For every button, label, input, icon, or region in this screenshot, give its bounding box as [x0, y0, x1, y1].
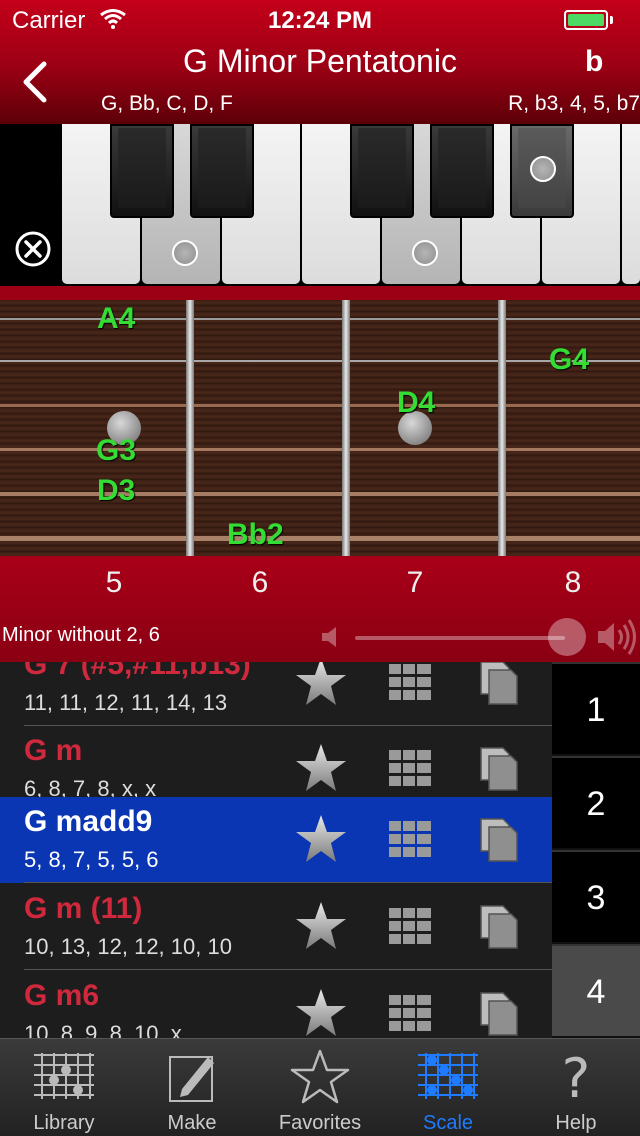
index-item[interactable]: 4 [552, 944, 640, 1036]
chord-frets: 5, 8, 7, 5, 5, 6 [24, 847, 159, 872]
copy-icon[interactable] [479, 991, 519, 1037]
fret-number: 7 [406, 566, 424, 599]
battery-icon [564, 10, 608, 30]
copy-icon[interactable] [479, 746, 519, 792]
scale-description: Minor without 2, 6 [2, 624, 160, 646]
grid-icon[interactable] [389, 995, 431, 1031]
chord-row[interactable]: G madd9 5, 8, 7, 5, 5, 6 [0, 797, 552, 883]
piano-black-key[interactable] [110, 124, 174, 218]
note-label: D4 [397, 386, 436, 419]
string [0, 360, 640, 362]
grid-icon[interactable] [389, 750, 431, 786]
tab-label: Help [555, 1112, 597, 1134]
index-item[interactable]: 2 [552, 756, 640, 848]
chord-frets: 10, 13, 12, 12, 10, 10 [24, 934, 232, 959]
tab-label: Make [167, 1112, 217, 1134]
piano-black-key[interactable] [430, 124, 494, 218]
chord-row[interactable]: G m (11) 10, 13, 12, 12, 10, 10 [0, 884, 552, 970]
scale-notes: G, Bb, C, D, F [101, 92, 233, 115]
fret-wire [186, 300, 194, 556]
row-divider [24, 882, 552, 883]
library-icon [34, 1053, 94, 1099]
svg-text:?: ? [562, 1049, 591, 1105]
fretboard[interactable]: A4 G4 D4 G3 D3 Bb2 [0, 300, 640, 556]
copy-icon[interactable] [479, 904, 519, 950]
tab-favorites[interactable]: Favorites [256, 1039, 384, 1136]
piano-white-key[interactable] [622, 124, 640, 284]
note-label: A4 [97, 302, 136, 335]
fret-number: 5 [105, 566, 123, 599]
chord-row[interactable]: G 7 (#5,#11,b13) 11, 11, 12, 11, 14, 13 [0, 662, 552, 726]
clock: 12:24 PM [267, 7, 373, 34]
scale-intervals: R, b3, 4, 5, b7 [508, 92, 640, 115]
star-icon [290, 1049, 350, 1104]
chord-frets: 11, 11, 12, 11, 14, 13 [24, 690, 228, 715]
volume-slider-thumb[interactable] [548, 618, 586, 656]
piano-black-key[interactable] [350, 124, 414, 218]
close-icon[interactable] [14, 230, 52, 268]
question-icon: ? [562, 1049, 591, 1105]
tab-label: Library [33, 1112, 95, 1134]
fret-wire [342, 300, 350, 556]
tab-label: Favorites [278, 1112, 362, 1134]
piano-black-key[interactable] [190, 124, 254, 218]
fret-number: 8 [564, 566, 582, 599]
star-icon[interactable] [294, 662, 348, 708]
grid-icon[interactable] [389, 908, 431, 944]
piano-note-dot [172, 240, 198, 266]
grid-icon[interactable] [389, 664, 431, 700]
star-icon[interactable] [294, 742, 348, 794]
chord-frets: 10, 8, 9, 8, 10, x [24, 1021, 182, 1038]
volume-slider-track[interactable] [355, 636, 565, 640]
chord-name: G madd9 [24, 805, 153, 838]
scale-icon [418, 1053, 478, 1099]
piano-note-dot [530, 156, 556, 182]
chord-row[interactable]: G m6 10, 8, 9, 8, 10, x [0, 971, 552, 1038]
piano-note-dot [412, 240, 438, 266]
copy-icon[interactable] [479, 817, 519, 863]
star-icon[interactable] [294, 900, 348, 952]
note-label: G3 [96, 434, 137, 467]
flat-toggle-button[interactable]: b [585, 45, 603, 79]
star-icon[interactable] [294, 987, 348, 1038]
chord-name: G m6 [24, 979, 100, 1012]
row-divider [24, 969, 552, 970]
chord-name: G m [24, 734, 83, 767]
tab-label: Scale [422, 1112, 474, 1134]
note-label: G4 [549, 343, 590, 376]
fret-wire [498, 300, 506, 556]
string [0, 492, 640, 496]
string [0, 536, 640, 541]
tab-make[interactable]: Make [128, 1039, 256, 1136]
pencil-icon [169, 1056, 214, 1102]
index-item[interactable]: 1 [552, 662, 640, 754]
star-icon[interactable] [294, 813, 348, 865]
page-title: G Minor Pentatonic [183, 43, 457, 79]
tab-library[interactable]: Library [0, 1039, 128, 1136]
speaker-mute-icon [322, 627, 336, 647]
chord-name: G 7 (#5,#11,b13) [24, 662, 251, 681]
fret-number-bar: 5 6 7 8 Minor without 2, 6 [0, 556, 640, 662]
battery-cap [610, 16, 613, 24]
note-label: Bb2 [227, 518, 284, 551]
string [0, 318, 640, 320]
side-index[interactable]: 1234 [552, 662, 640, 1038]
index-item[interactable]: 3 [552, 850, 640, 942]
tab-help[interactable]: ? Help [512, 1039, 640, 1136]
piano-keyboard[interactable] [0, 124, 640, 286]
chord-list[interactable]: G 7 (#5,#11,b13) 11, 11, 12, 11, 14, 13 G … [0, 662, 552, 1038]
header: Carrier 12:24 PM G Minor Pentatonic b G,… [0, 0, 640, 124]
tab-bar: Library Make Favorites Scale ? Help [0, 1038, 640, 1136]
fretboard-nut-band [0, 286, 640, 300]
string [0, 404, 640, 407]
copy-icon[interactable] [479, 662, 519, 706]
status-bar: Carrier 12:24 PM [0, 0, 640, 40]
note-label: D3 [97, 474, 136, 507]
volume-max-icon [598, 619, 636, 655]
grid-icon[interactable] [389, 821, 431, 857]
chord-name: G m (11) [24, 892, 143, 925]
fret-number: 6 [251, 566, 269, 599]
tab-scale[interactable]: Scale [384, 1039, 512, 1136]
